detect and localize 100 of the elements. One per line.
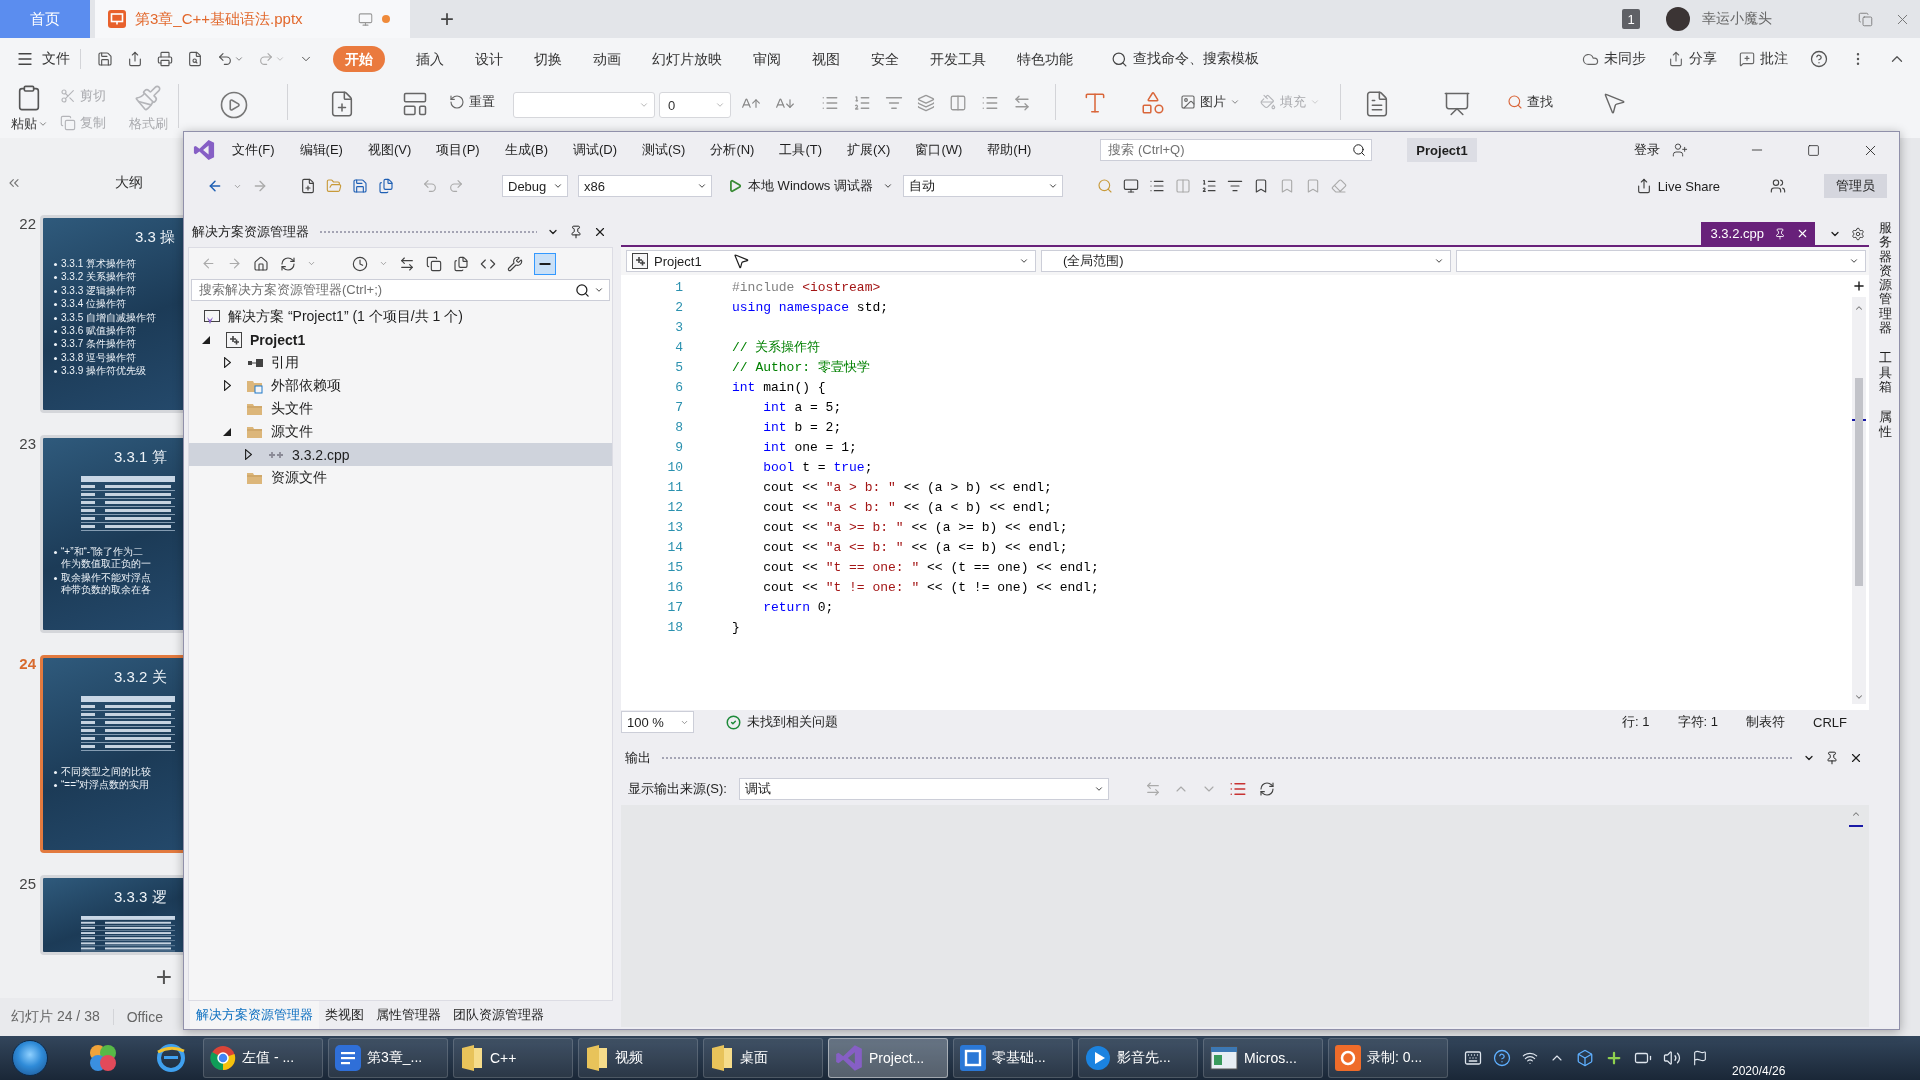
outline-tab[interactable]: 大纲 (115, 173, 143, 192)
platform-dropdown[interactable]: x86 (578, 175, 712, 197)
sign-in-link[interactable]: 登录 (1634, 141, 1660, 159)
caret-icon[interactable] (594, 285, 604, 295)
layout-icon[interactable] (401, 90, 429, 118)
project-dropdown[interactable]: Project1 (626, 250, 1036, 272)
zoom-dropdown[interactable]: 100 % (621, 711, 694, 733)
users-icon[interactable] (1770, 178, 1786, 194)
help-icon[interactable] (1810, 50, 1828, 68)
ribbon-tab[interactable]: 特色功能 (1017, 46, 1073, 72)
reset-icon[interactable] (449, 94, 465, 110)
caret-icon[interactable] (1093, 784, 1104, 794)
menu-item[interactable]: 窗口(W) (915, 141, 963, 159)
taskbar-button[interactable]: Micros... (1203, 1038, 1323, 1078)
tree-item[interactable]: 源文件 (189, 420, 612, 443)
expander-icon[interactable] (223, 427, 231, 436)
file-search-icon[interactable] (187, 51, 203, 67)
font-size-field[interactable]: 0 (659, 92, 731, 118)
slide-thumbnail[interactable]: 3.3.1 算 “+”和“-”除了作为二 作为数值取正负的一 取余操作不能对浮点 种带负数的取余在各 (40, 435, 183, 633)
ribbon-tab[interactable]: 开发工具 (930, 46, 986, 72)
ribbon-tab[interactable]: 插入 (416, 46, 444, 72)
ribbon-tab[interactable]: 动画 (593, 46, 621, 72)
command-search[interactable]: 查找命令、搜索模板 (1111, 50, 1259, 68)
browser-icon[interactable] (156, 1043, 186, 1073)
menu-item[interactable]: 分析(N) (710, 141, 755, 159)
caret-icon[interactable] (1434, 256, 1444, 266)
pin-icon[interactable] (1825, 751, 1839, 765)
close-icon[interactable] (1796, 227, 1809, 240)
search-icon[interactable] (575, 282, 590, 298)
tree-item[interactable]: Project1 (189, 328, 612, 351)
comment-button[interactable]: 批注 (1739, 50, 1788, 68)
caret-icon[interactable] (1849, 256, 1859, 266)
menu-item[interactable]: 调试(D) (573, 141, 618, 159)
list-icon[interactable] (1228, 780, 1247, 798)
cube-icon[interactable] (1576, 1049, 1594, 1067)
files-icon[interactable] (378, 178, 394, 194)
taskbar-button[interactable]: 左值 - ... (203, 1038, 323, 1078)
caret-icon[interactable] (697, 181, 707, 191)
side-tab[interactable]: 工具箱 (1878, 351, 1892, 395)
colorful-app-icon[interactable] (88, 1043, 118, 1073)
side-tab[interactable]: 服务器资源管理器 (1878, 221, 1892, 336)
panel-tab[interactable]: 属性管理器 (370, 1001, 447, 1029)
live-share-button[interactable]: Live Share (1635, 178, 1720, 194)
centered-lines-icon[interactable] (1226, 178, 1243, 194)
ribbon-tab[interactable]: 安全 (871, 46, 899, 72)
menu-item[interactable]: 项目(P) (436, 141, 480, 159)
taskbar-button[interactable]: 桌面 (703, 1038, 823, 1078)
menu-item[interactable]: 工具(T) (779, 141, 823, 159)
expander-icon[interactable] (223, 380, 231, 391)
scope-dropdown[interactable]: (全局范围) (1041, 250, 1451, 272)
monitor-icon[interactable] (1122, 178, 1139, 194)
save-icon[interactable] (352, 178, 368, 194)
numbered-list-icon[interactable] (1200, 178, 1217, 194)
pin-icon[interactable] (1774, 227, 1786, 240)
pin-icon[interactable] (569, 225, 583, 239)
avatar[interactable] (1666, 7, 1690, 31)
sync-status[interactable]: 未同步 (1582, 50, 1646, 68)
help-icon[interactable] (1493, 1049, 1511, 1067)
menu-item[interactable]: 扩展(X) (847, 141, 891, 159)
search-field[interactable]: 搜索解决方案资源管理器(Ctrl+;) (191, 279, 610, 301)
save-icon[interactable] (97, 51, 113, 67)
tree-item[interactable]: 头文件 (189, 397, 612, 420)
ribbon-tab[interactable]: 审阅 (753, 46, 781, 72)
output-source-dropdown[interactable]: 调试 (738, 778, 1109, 800)
slide-thumbnail[interactable]: 3.3.2 关 不同类型之间的比较 “==”对浮点数的实用 (40, 655, 183, 853)
expander-icon[interactable] (223, 357, 231, 368)
refresh-icon[interactable] (280, 255, 296, 272)
share-icon[interactable] (1668, 51, 1684, 67)
user-icon[interactable] (1672, 142, 1688, 158)
back-icon[interactable] (207, 178, 223, 194)
vertical-scrollbar[interactable] (1852, 297, 1866, 704)
slide-thumbnail[interactable]: 3.3.3 逻 (40, 875, 183, 955)
clock-icon[interactable] (352, 255, 368, 272)
ribbon-tab[interactable]: 视图 (812, 46, 840, 72)
menu-item[interactable]: 生成(B) (504, 141, 548, 159)
add-slide-button[interactable]: + (155, 962, 172, 991)
search-icon[interactable] (1111, 50, 1128, 68)
picture-icon[interactable] (1180, 94, 1196, 110)
scroll-up-icon[interactable] (1854, 303, 1864, 313)
expander-icon[interactable] (202, 335, 210, 344)
flag-icon[interactable] (1692, 1050, 1708, 1066)
file-plus-icon[interactable] (300, 178, 316, 194)
start-button[interactable] (12, 1040, 48, 1076)
panel-tab[interactable]: 类视图 (319, 1001, 370, 1029)
speaker-icon[interactable] (1663, 1049, 1681, 1067)
new-tab-button[interactable]: + (425, 0, 469, 38)
find-button[interactable]: 查找 (1507, 90, 1553, 114)
menu-item[interactable]: 视图(V) (367, 141, 412, 159)
file-menu-button[interactable]: 文件 (16, 45, 70, 73)
panel-tab[interactable]: 解决方案资源管理器 (190, 1001, 319, 1029)
run-button[interactable]: 本地 Windows 调试器 (728, 177, 873, 195)
line-ending[interactable]: CRLF (1813, 714, 1847, 730)
scroll-up-icon[interactable] (1851, 809, 1861, 819)
print-icon[interactable] (157, 51, 173, 67)
layers-icon[interactable] (917, 94, 935, 112)
tree-item[interactable]: 3.3.2.cpp (189, 443, 612, 466)
comment-icon[interactable] (1739, 51, 1755, 67)
keyboard-icon[interactable] (1464, 1049, 1482, 1067)
upload-icon[interactable] (127, 51, 143, 67)
tree-item[interactable]: 外部依赖项 (189, 374, 612, 397)
